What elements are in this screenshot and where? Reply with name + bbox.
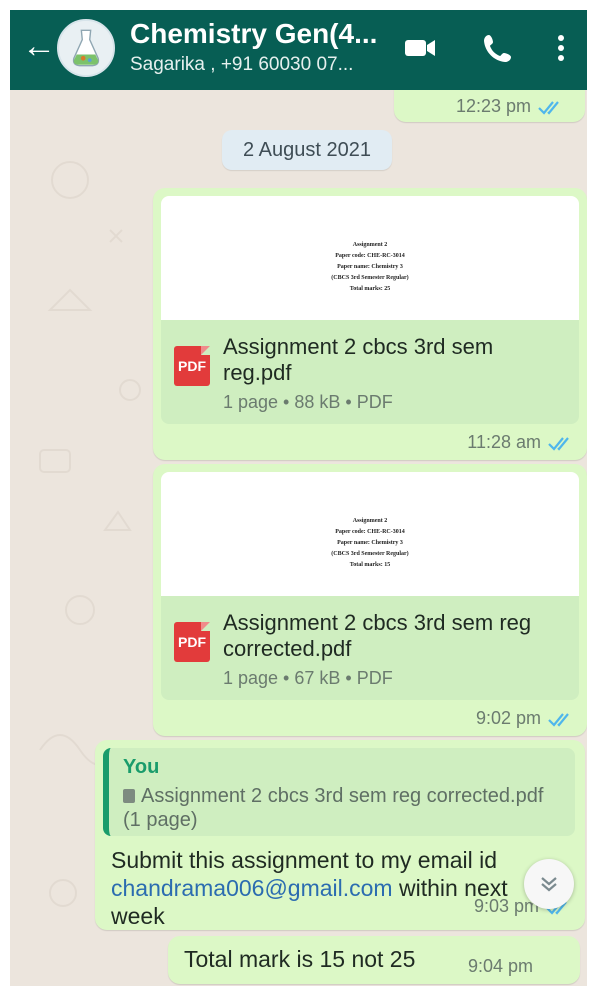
message-time: 9:02 pm — [476, 708, 575, 729]
message-time: 9:04 pm — [468, 956, 534, 976]
reply-message-bubble[interactable]: You Assignment 2 cbcs 3rd sem reg correc… — [95, 740, 585, 930]
preview-line: (CBCS 3rd Semester Regular) — [331, 551, 409, 557]
document-info[interactable]: PDF Assignment 2 cbcs 3rd sem reg.pdf 1 … — [161, 320, 579, 424]
quoted-text-content: Assignment 2 cbcs 3rd sem reg corrected.… — [123, 785, 544, 831]
preview-line: Paper code: CHE-RC-3014 — [335, 529, 405, 535]
scroll-to-bottom-button[interactable] — [524, 859, 574, 909]
message-list[interactable]: 12:23 pm 2 August 2021 Assignment 2 Pape… — [10, 90, 587, 986]
whatsapp-chat-screen: ← Chemistry Gen(4... Sagarika , +91 6003… — [10, 10, 587, 986]
document-info[interactable]: PDF Assignment 2 cbcs 3rd sem reg correc… — [161, 596, 579, 700]
preview-line: Total marks: 25 — [349, 286, 391, 292]
file-name: Assignment 2 cbcs 3rd sem reg.pdf — [223, 334, 494, 385]
preview-line: (CBCS 3rd Semester Regular) — [331, 275, 409, 281]
phone-call-icon[interactable] — [480, 30, 516, 66]
email-link[interactable]: chandrama006@gmail.com — [111, 875, 393, 901]
more-options-icon[interactable] — [550, 30, 572, 66]
message-text: Submit this assignment to my email id ch… — [111, 846, 551, 930]
chat-header: ← Chemistry Gen(4... Sagarika , +91 6003… — [10, 10, 587, 90]
document-message-bubble[interactable]: Assignment 2 Paper code: CHE-RC-3014 Pap… — [153, 188, 587, 460]
preview-line: Paper code: CHE-RC-3014 — [335, 253, 405, 259]
time-text: 9:02 pm — [475, 708, 541, 728]
preview-line: Assignment 2 — [352, 518, 388, 524]
double-chevron-down-icon — [541, 877, 557, 892]
message-time: 12:23 pm — [456, 96, 565, 117]
message-text: Total mark is 15 not 25 — [184, 946, 416, 972]
chat-participants[interactable]: Sagarika , +91 60030 07... — [130, 54, 385, 76]
pdf-file-icon: PDF — [174, 622, 210, 662]
quoted-message[interactable]: You Assignment 2 cbcs 3rd sem reg correc… — [103, 748, 575, 836]
preview-line: Total marks: 15 — [349, 562, 391, 568]
quoted-sender: You — [123, 756, 160, 778]
chat-title[interactable]: Chemistry Gen(4... — [130, 18, 390, 50]
back-arrow-icon[interactable]: ← — [22, 28, 56, 64]
preview-line: Paper name: Chemistry 3 — [337, 540, 403, 546]
preview-line: Assignment 2 — [352, 242, 388, 248]
previous-message-bubble[interactable]: 12:23 pm — [394, 90, 585, 122]
document-preview[interactable]: Assignment 2 Paper code: CHE-RC-3014 Pap… — [161, 472, 579, 596]
message-text-part: Submit this assignment to my email id — [111, 847, 498, 873]
read-ticks-icon — [547, 435, 575, 451]
document-icon — [123, 789, 135, 803]
video-call-icon[interactable] — [402, 30, 438, 66]
text-message-bubble[interactable]: Total mark is 15 not 25 9:04 pm — [168, 936, 580, 984]
time-text: 11:28 am — [467, 432, 541, 452]
preview-line: Paper name: Chemistry 3 — [337, 264, 403, 270]
file-name: Assignment 2 cbcs 3rd sem reg corrected.… — [223, 610, 532, 661]
date-separator: 2 August 2021 — [222, 130, 392, 170]
file-meta: 1 page • 88 kB • PDF — [223, 392, 393, 412]
message-time: 11:28 am — [467, 432, 575, 453]
group-avatar[interactable] — [57, 19, 115, 77]
pdf-file-icon: PDF — [174, 346, 210, 386]
file-meta: 1 page • 67 kB • PDF — [223, 668, 393, 688]
quoted-text: Assignment 2 cbcs 3rd sem reg corrected.… — [123, 784, 563, 832]
time-text: 12:23 pm — [456, 96, 532, 116]
read-ticks-icon — [547, 711, 575, 727]
document-message-bubble[interactable]: Assignment 2 Paper code: CHE-RC-3014 Pap… — [153, 464, 587, 736]
document-preview[interactable]: Assignment 2 Paper code: CHE-RC-3014 Pap… — [161, 196, 579, 320]
read-ticks-icon — [537, 99, 565, 115]
